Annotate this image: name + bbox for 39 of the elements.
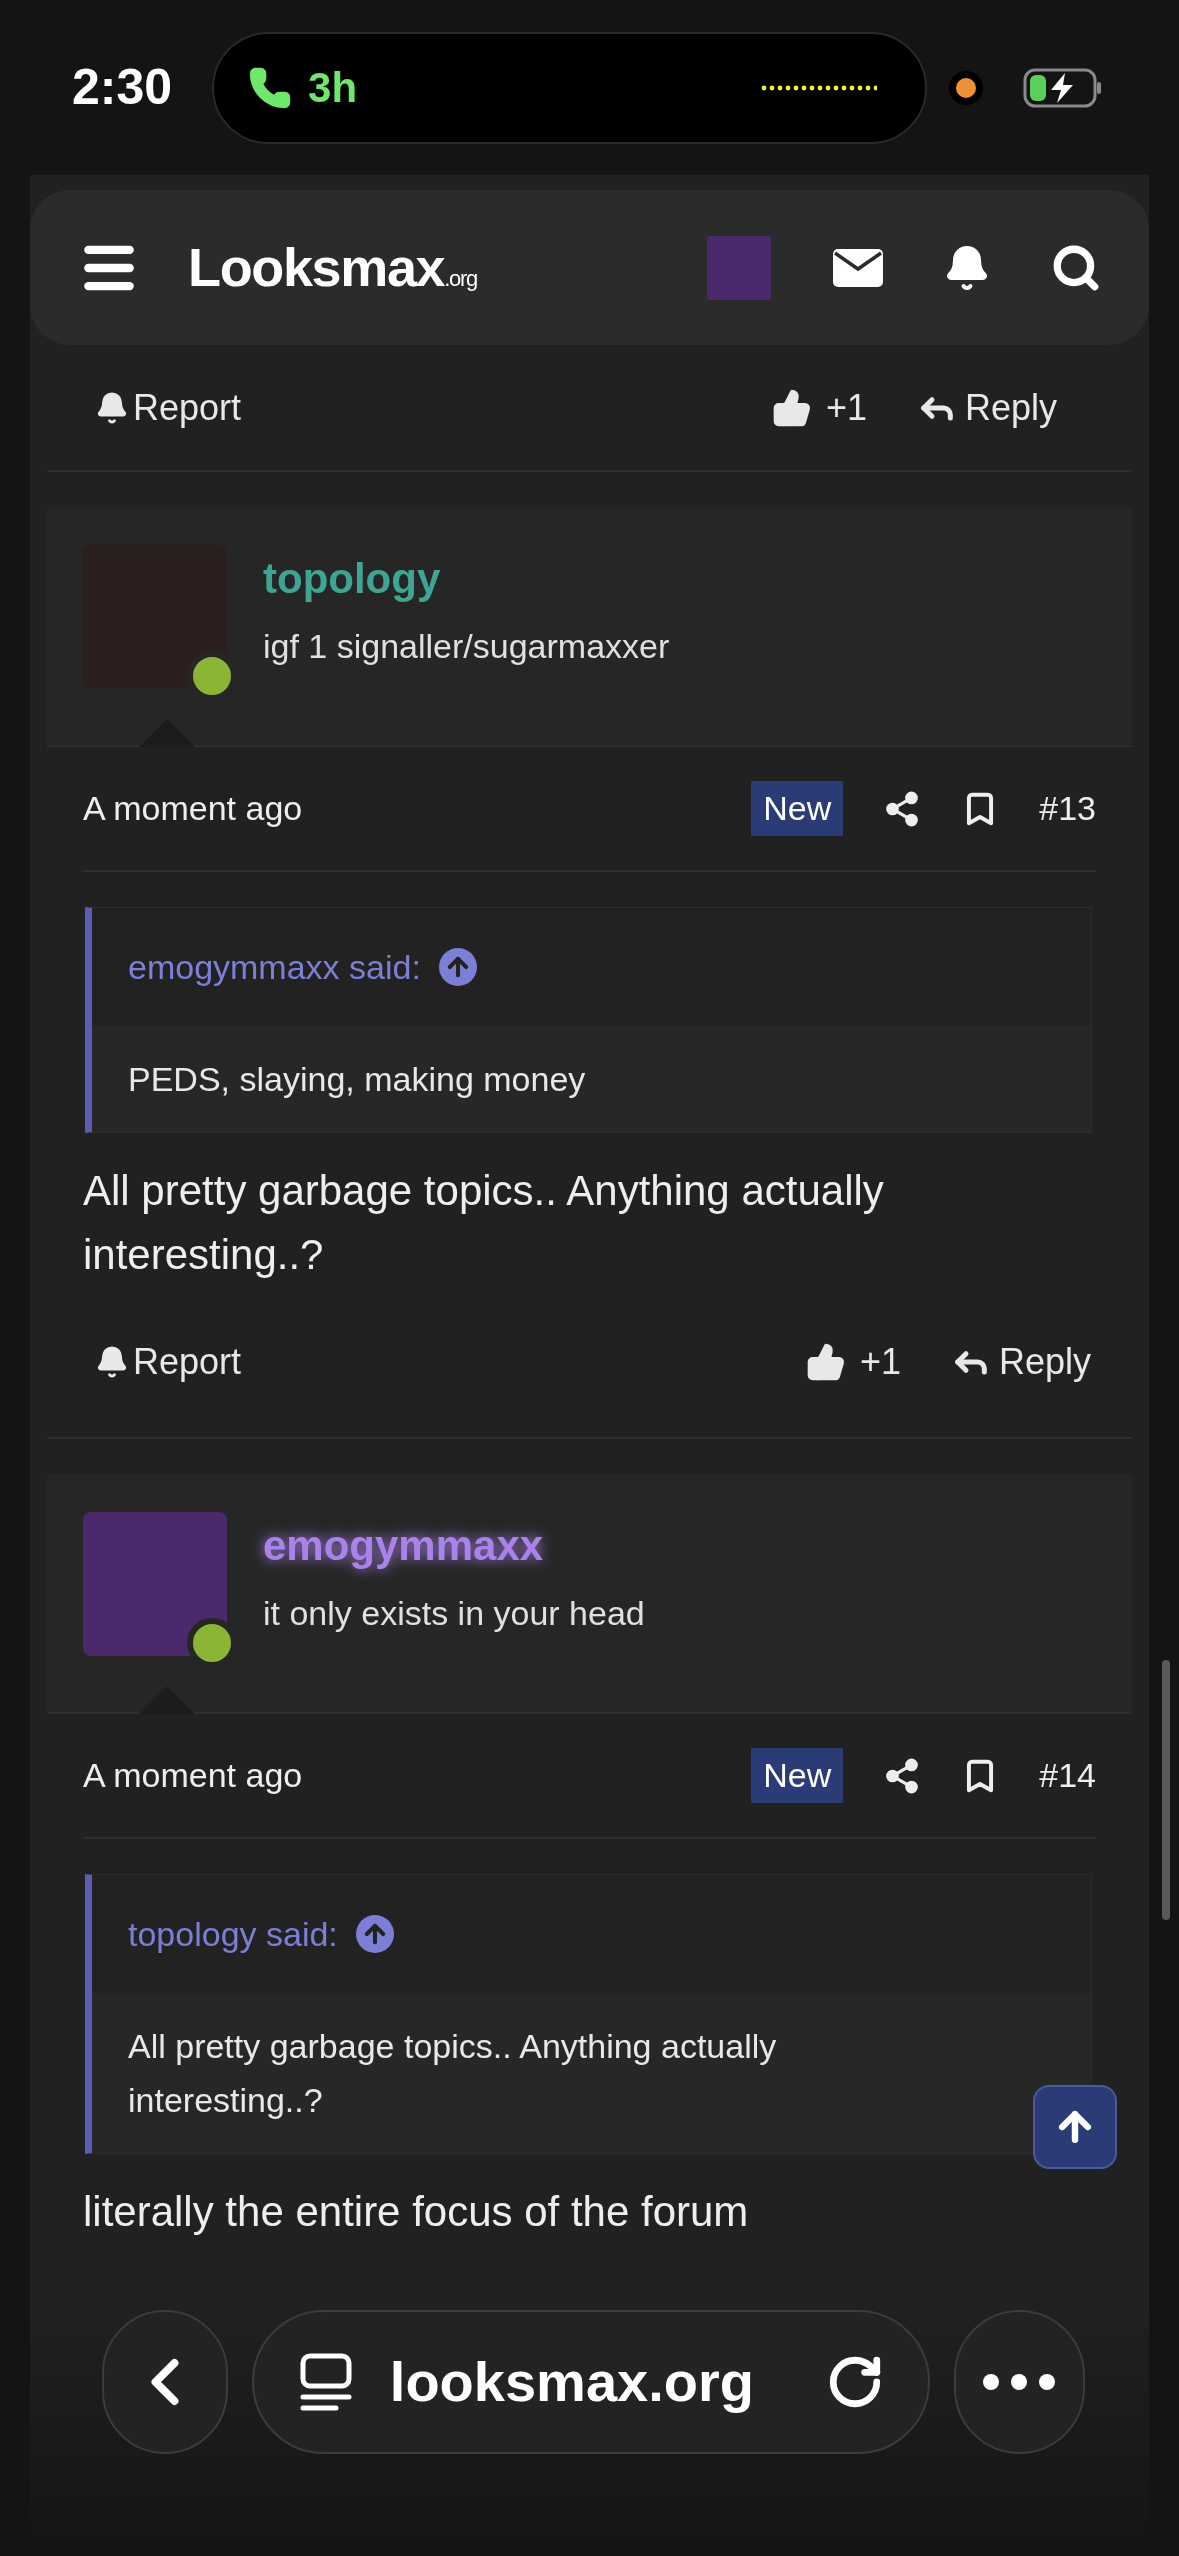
post-number[interactable]: #14 [1039,1750,1096,1801]
new-tag: New [751,1748,844,1803]
scroll-to-top-button[interactable] [1033,2085,1117,2169]
call-duration: 3h [308,63,358,113]
more-icon [983,2374,1056,2390]
report-button[interactable]: Report [95,380,242,435]
avatar-placeholder[interactable] [83,1512,227,1656]
reply-button[interactable]: Reply [916,380,1057,435]
status-time: 2:30 [72,58,173,117]
post-time[interactable]: A moment ago [83,783,303,834]
quote-text: All pretty garbage topics.. Anything actually interesting..? [128,2026,778,2121]
avatar-placeholder[interactable] [83,545,227,689]
bell-icon [95,1345,129,1379]
post-body: literally the entire focus of the forum [83,2187,750,2237]
quote-author-link[interactable]: topology said: [128,1908,338,1960]
post-number[interactable]: #13 [1039,783,1096,834]
reply-button[interactable]: Reply [950,1335,1091,1389]
new-tag: New [751,781,844,836]
thumbs-up-icon [805,1342,846,1382]
user-title: igf 1 signaller/sugarmaxxer [263,626,670,667]
waveform-icon [761,84,878,91]
phone-icon [248,65,293,110]
like-button[interactable]: +1 [805,1335,901,1389]
report-button[interactable]: Report [95,1335,242,1389]
bell-icon [95,390,129,425]
username-link[interactable]: topology [263,551,670,607]
user-title: it only exists in your head [263,1593,645,1634]
site-logo[interactable]: Looksmax.org [188,227,477,308]
post-body: All pretty garbage topics.. Anything actually interesting..? [83,1166,885,1280]
username-link[interactable]: emogymmaxx [263,1518,645,1574]
like-button[interactable]: +1 [771,380,867,435]
address-bar[interactable]: looksmax.org [251,2310,930,2454]
battery-charging-icon [1023,67,1104,108]
quote-text: PEDS, slaying, making money [128,1059,587,1100]
quote-author-link[interactable]: emogymmaxx said: [128,941,421,993]
thumbs-up-icon [771,387,812,428]
url-text: looksmax.org [389,2349,754,2415]
mail-icon[interactable] [833,248,883,287]
post-time[interactable]: A moment ago [83,1750,303,1801]
